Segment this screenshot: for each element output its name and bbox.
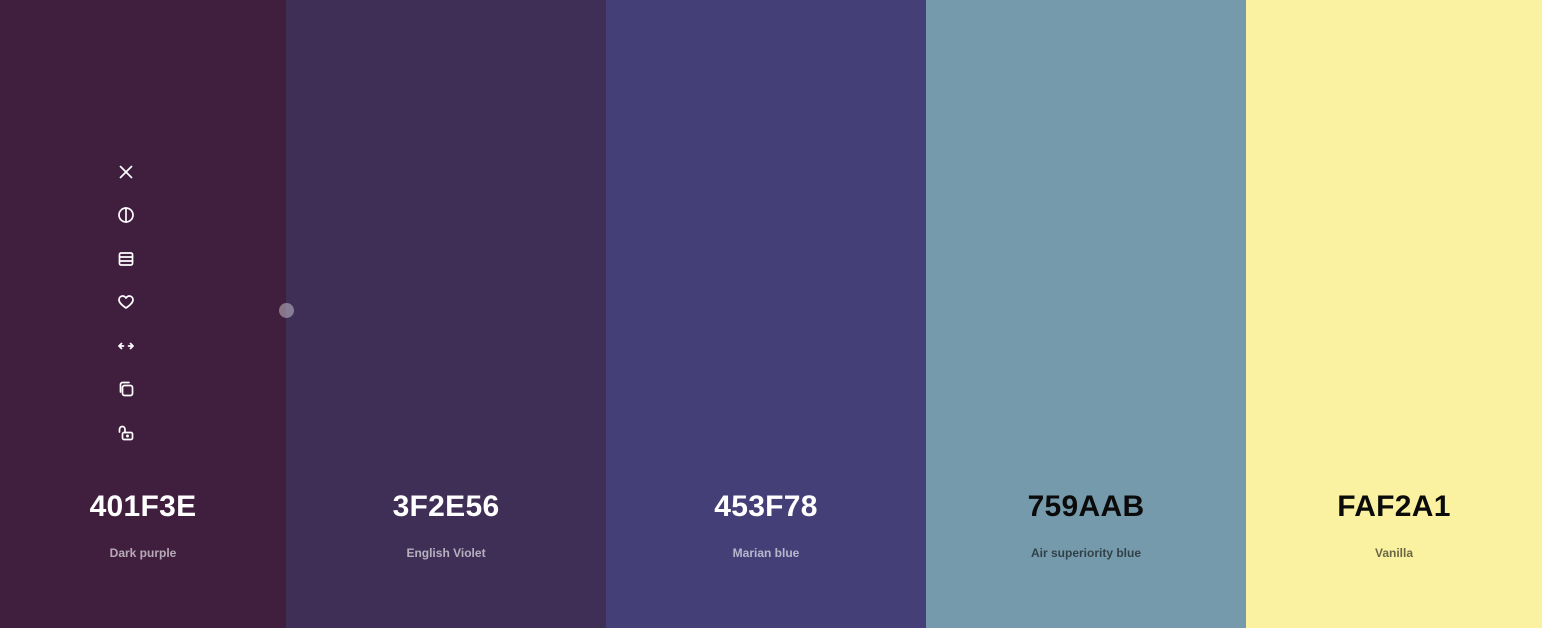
swatch-name[interactable]: English Violet <box>286 545 606 561</box>
swatch-hex[interactable]: 401F3E <box>0 487 286 527</box>
drag-arrows-icon <box>118 342 134 350</box>
copy-icon <box>119 381 134 397</box>
swatch-marian-blue[interactable]: 453F78 Marian blue <box>606 0 926 628</box>
swatch-vanilla[interactable]: FAF2A1 Vanilla <box>1246 0 1542 628</box>
swatch-hex[interactable]: 3F2E56 <box>286 487 606 527</box>
swatch-air-superiority-blue[interactable]: 759AAB Air superiority blue <box>926 0 1246 628</box>
swatch-hex[interactable]: FAF2A1 <box>1246 487 1542 527</box>
swatch-toolbar <box>106 150 146 455</box>
close-icon <box>119 165 133 179</box>
contrast-icon <box>118 207 134 224</box>
add-color-handle[interactable] <box>279 303 294 318</box>
swatch-english-violet[interactable]: 3F2E56 English Violet <box>286 0 606 628</box>
copy-hex-button[interactable] <box>106 368 146 412</box>
swatch-hex[interactable]: 453F78 <box>606 487 926 527</box>
lock-color-button[interactable] <box>106 411 146 455</box>
swatch-hex[interactable]: 759AAB <box>926 487 1246 527</box>
swatch-name[interactable]: Dark purple <box>0 545 286 561</box>
save-color-button[interactable] <box>106 281 146 325</box>
palette: 401F3E Dark purple 3F2E56 English Violet… <box>0 0 1542 628</box>
remove-color-button[interactable] <box>106 150 146 194</box>
drag-color-button[interactable] <box>106 324 146 368</box>
shades-button[interactable] <box>106 237 146 281</box>
heart-icon <box>118 295 134 310</box>
swatch-name[interactable]: Vanilla <box>1246 545 1542 561</box>
view-shades-button[interactable] <box>106 194 146 238</box>
swatch-name[interactable]: Air superiority blue <box>926 545 1246 561</box>
shades-icon <box>118 251 134 266</box>
unlock-icon <box>118 425 134 441</box>
swatch-name[interactable]: Marian blue <box>606 545 926 561</box>
